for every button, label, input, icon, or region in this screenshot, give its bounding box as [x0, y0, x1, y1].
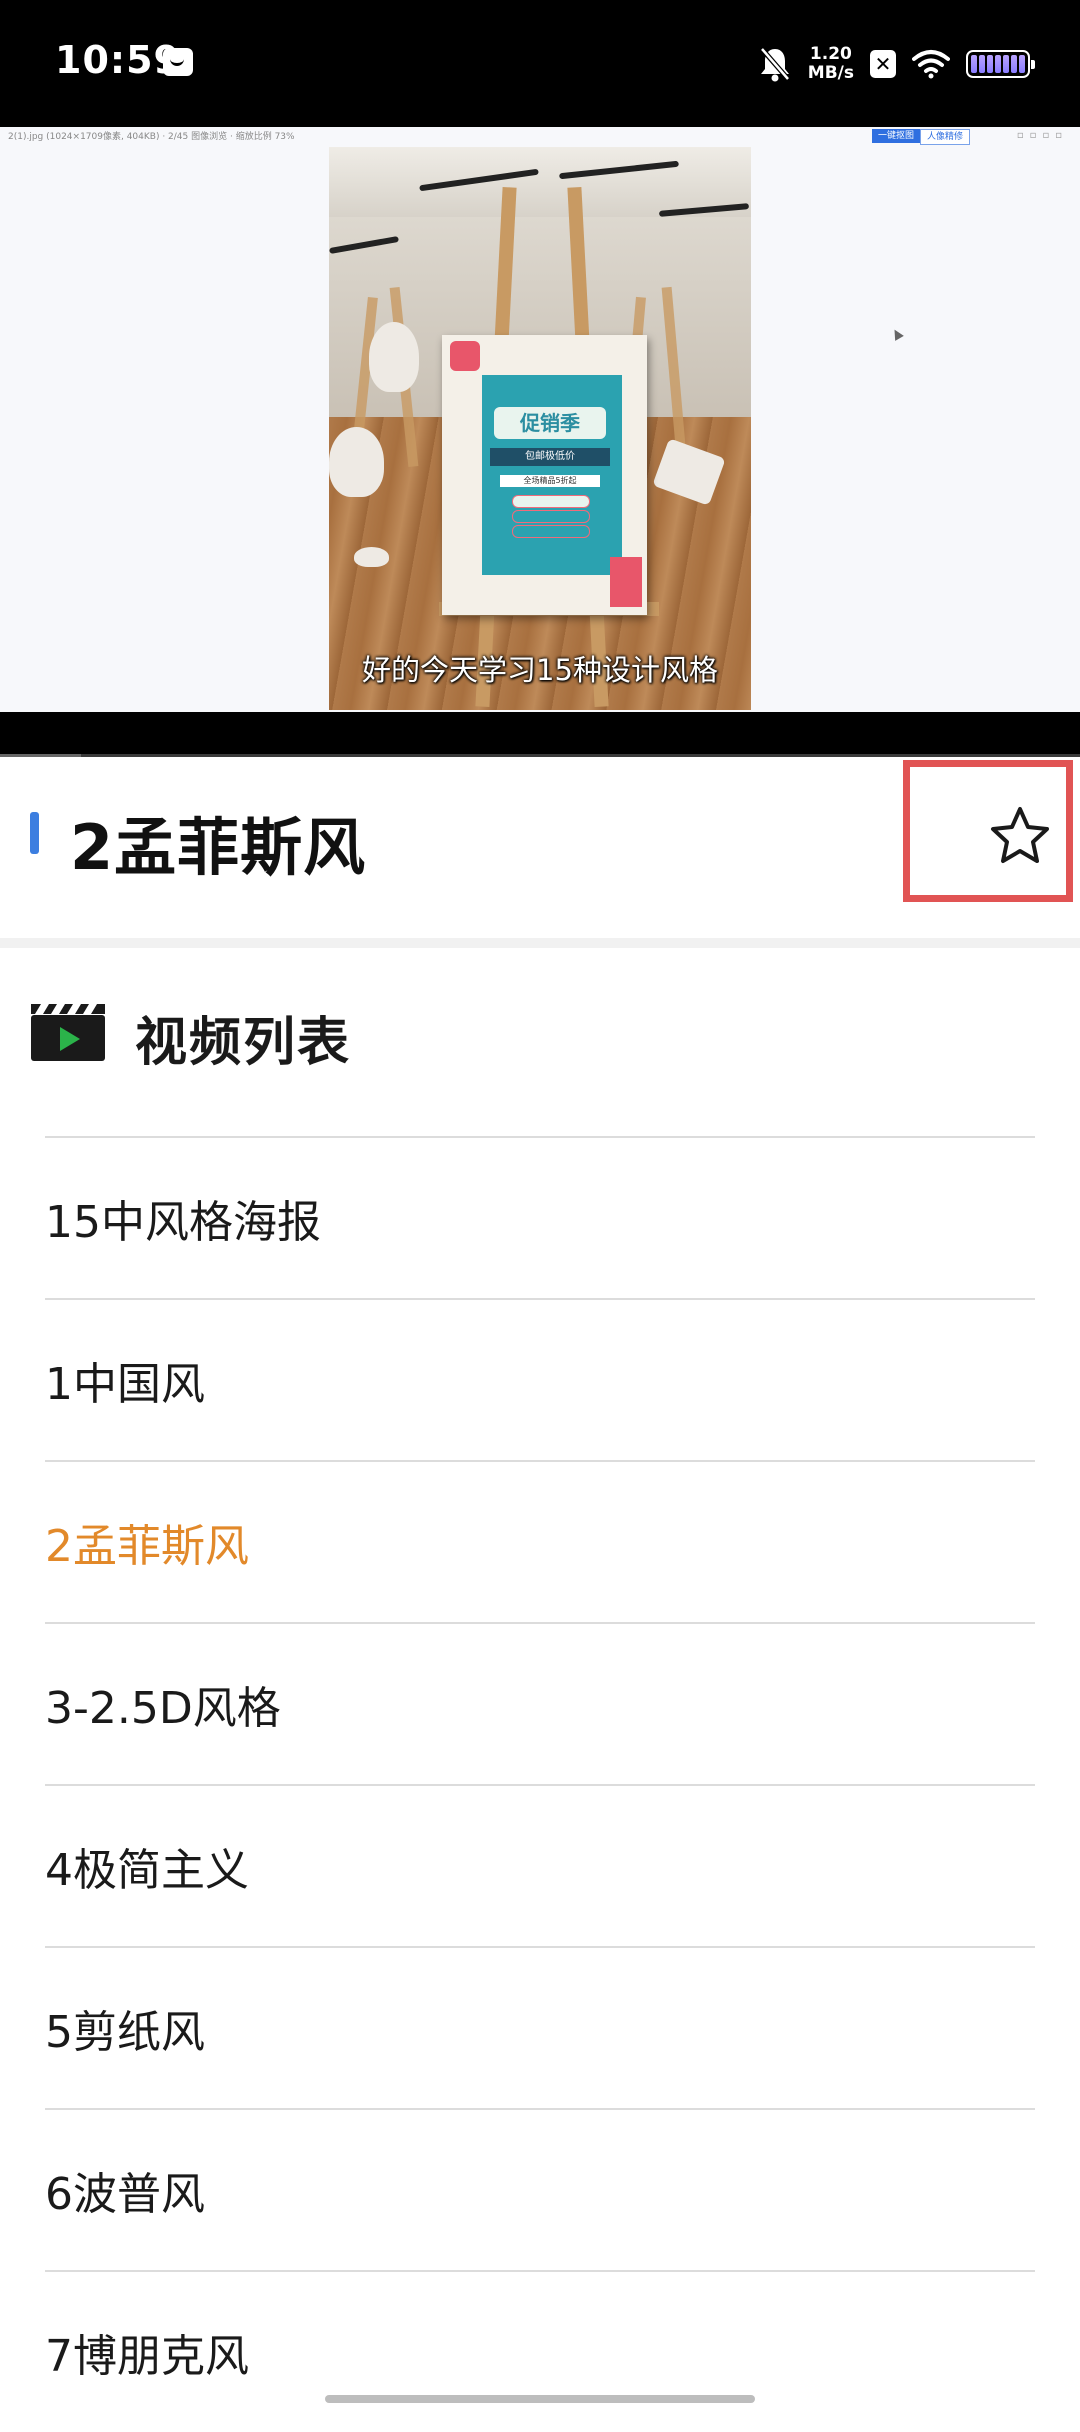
home-indicator[interactable] — [325, 2395, 755, 2403]
screen-button-cutout: 一键抠图 — [872, 129, 921, 143]
video-list-header: 视频列表 — [0, 948, 1080, 1136]
screen-window-title: 2(1).jpg (1024×1709像素, 404KB) · 2/45 图像浏… — [8, 132, 295, 142]
title-accent-bar — [30, 812, 39, 854]
video-list: 15中风格海报 1中国风 2孟菲斯风 3-2.5D风格 4极简主义 5剪纸风 6… — [45, 1136, 1035, 2432]
message-notification-icon — [163, 48, 193, 76]
bell-muted-icon — [759, 47, 790, 82]
list-item[interactable]: 15中风格海报 — [45, 1136, 1035, 1298]
section-divider — [0, 938, 1080, 948]
cursor-icon — [890, 327, 904, 341]
x-app-icon: ✕ — [870, 50, 896, 78]
status-icons: 1.20 MB/s ✕ — [758, 40, 1035, 88]
list-item[interactable]: 4极简主义 — [45, 1784, 1035, 1946]
title-row: 2孟菲斯风 — [0, 757, 1080, 937]
poster-ribbon: 包邮极低价 — [490, 448, 610, 466]
status-bar: 10:59 1.20 MB/s ✕ — [0, 0, 1080, 127]
screen-window-controls: ▫▫▫▫ — [1016, 130, 1068, 141]
wifi-icon — [912, 50, 950, 79]
poster-title: 促销季 — [494, 407, 606, 439]
star-outline-icon[interactable] — [988, 804, 1052, 868]
list-item[interactable]: 5剪纸风 — [45, 1946, 1035, 2108]
list-item[interactable]: 3-2.5D风格 — [45, 1622, 1035, 1784]
video-frame: 2(1).jpg (1024×1709像素, 404KB) · 2/45 图像浏… — [0, 127, 1080, 712]
video-caption: 好的今天学习15种设计风格 — [362, 653, 718, 687]
network-speed-value: 1.20 — [809, 44, 852, 64]
clapperboard-play-icon — [31, 1004, 105, 1061]
page-title: 2孟菲斯风 — [70, 811, 367, 884]
video-list-heading: 视频列表 — [135, 1013, 352, 1073]
screen-button-retouch: 人像精修 — [920, 129, 971, 145]
poster: 促销季 包邮极低价 全场精品5折起 — [442, 335, 647, 615]
poster-subtitle: 全场精品5折起 — [500, 475, 600, 487]
list-item[interactable]: 6波普风 — [45, 2108, 1035, 2270]
network-speed: 1.20 MB/s — [808, 45, 854, 83]
list-item-active[interactable]: 2孟菲斯风 — [45, 1460, 1035, 1622]
battery-icon — [966, 50, 1035, 78]
video-image: 促销季 包邮极低价 全场精品5折起 好的今天学习15种设计风格 — [329, 147, 751, 710]
network-speed-unit: MB/s — [807, 63, 854, 83]
video-player[interactable]: 2(1).jpg (1024×1709像素, 404KB) · 2/45 图像浏… — [0, 127, 1080, 757]
list-item[interactable]: 1中国风 — [45, 1298, 1035, 1460]
